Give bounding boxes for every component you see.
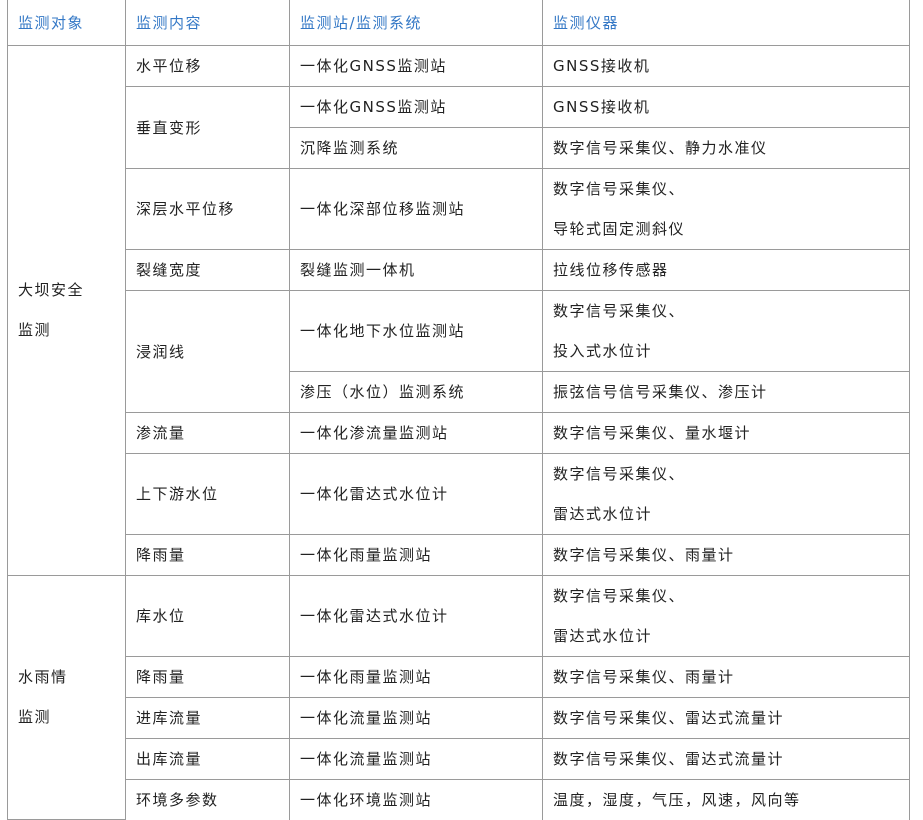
instrument-cell: 数字信号采集仪、 雷达式水位计 xyxy=(542,452,910,535)
instrument-text: 投入式水位计 xyxy=(553,341,653,360)
monitoring-object-text: 监测 xyxy=(18,708,52,727)
instrument-text: 数字信号采集仪、雷达式流量计 xyxy=(553,708,785,727)
station-cell: 一体化GNSS监测站 xyxy=(289,44,543,87)
table-row: 大坝安全 监测 水平位移 一体化GNSS监测站 GNSS接收机 xyxy=(7,44,910,576)
instrument-cell: 数字信号采集仪、量水堰计 xyxy=(542,411,910,454)
table-row: 深层水平位移 一体化深部位移监测站 数字信号采集仪、 导轮式固定测斜仪 xyxy=(8,167,910,250)
instrument-text: 数字信号采集仪、 xyxy=(553,179,686,198)
monitoring-content-cell: 出库流量 xyxy=(125,737,290,780)
station-cell: 一体化流量监测站 xyxy=(289,696,543,739)
monitoring-content-cell: 库水位 xyxy=(125,574,290,657)
station-cell: 一体化渗流量监测站 xyxy=(289,411,543,454)
instrument-cell: GNSS接收机 xyxy=(542,44,910,87)
monitoring-content-cell: 浸润线 xyxy=(125,289,290,413)
instrument-cell: 数字信号采集仪、雨量计 xyxy=(542,533,910,576)
instrument-cell: 数字信号采集仪、雨量计 xyxy=(542,655,910,698)
instrument-text: 拉线位移传感器 xyxy=(553,260,669,279)
monitoring-content-cell: 渗流量 xyxy=(125,411,290,454)
station-cell: 一体化GNSS监测站 xyxy=(289,85,543,128)
instrument-cell: 数字信号采集仪、 导轮式固定测斜仪 xyxy=(542,167,910,250)
station-cell: 裂缝监测一体机 xyxy=(289,248,543,291)
instrument-text: 雷达式水位计 xyxy=(553,626,653,645)
instrument-text: 导轮式固定测斜仪 xyxy=(553,219,686,238)
header-instrument: 监测仪器 xyxy=(542,0,910,46)
table-row: 上下游水位 一体化雷达式水位计 数字信号采集仪、 雷达式水位计 xyxy=(8,452,910,535)
header-monitoring-object: 监测对象 xyxy=(7,0,126,46)
instrument-text: 数字信号采集仪、雨量计 xyxy=(553,545,735,564)
station-cell: 沉降监测系统 xyxy=(289,126,543,169)
monitoring-table: 监测对象 监测内容 监测站/监测系统 监测仪器 大坝安全 监测 水平位移 一体化GNS… xyxy=(7,0,910,820)
monitoring-content-cell: 降雨量 xyxy=(125,655,290,698)
instrument-text: 振弦信号信号采集仪、渗压计 xyxy=(553,382,768,401)
monitoring-object-cell: 大坝安全 监测 xyxy=(7,44,126,576)
monitoring-object-text: 水雨情 xyxy=(18,668,68,687)
instrument-cell: 数字信号采集仪、雷达式流量计 xyxy=(542,737,910,780)
instrument-cell: 数字信号采集仪、 投入式水位计 xyxy=(542,289,910,372)
table-header-row: 监测对象 监测内容 监测站/监测系统 监测仪器 xyxy=(7,0,910,46)
monitoring-content-cell: 进库流量 xyxy=(125,696,290,739)
station-cell: 一体化雨量监测站 xyxy=(289,655,543,698)
instrument-cell: 温度，湿度，气压，风速，风向等 xyxy=(542,778,910,820)
instrument-cell: 数字信号采集仪、 雷达式水位计 xyxy=(542,574,910,657)
station-cell: 一体化流量监测站 xyxy=(289,737,543,780)
table-body: 大坝安全 监测 水平位移 一体化GNSS监测站 GNSS接收机 垂直变形 一体化GNSS监测… xyxy=(7,44,910,820)
monitoring-content-cell: 深层水平位移 xyxy=(125,167,290,250)
table-row: 水雨情 监测 库水位 一体化雷达式水位计 数字信号采集仪、 雷达式水位计 xyxy=(7,574,910,820)
table-row: 出库流量 一体化流量监测站 数字信号采集仪、雷达式流量计 xyxy=(8,737,910,780)
monitoring-object-text: 大坝安全 xyxy=(18,281,85,299)
instrument-text: 数字信号采集仪、 xyxy=(553,301,686,320)
table-row: 浸润线 一体化地下水位监测站 数字信号采集仪、 投入式水位计 xyxy=(8,289,910,413)
station-cell: 渗压（水位）监测系统 xyxy=(289,370,543,413)
station-cell: 一体化雷达式水位计 xyxy=(289,452,543,535)
monitoring-content-cell: 垂直变形 xyxy=(125,85,290,169)
monitoring-content-cell: 水平位移 xyxy=(125,44,290,87)
instrument-cell: 拉线位移传感器 xyxy=(542,248,910,291)
monitoring-content-cell: 上下游水位 xyxy=(125,452,290,535)
instrument-text: GNSS接收机 xyxy=(553,97,651,116)
table-row: 环境多参数 一体化环境监测站 温度，湿度，气压，风速，风向等 xyxy=(8,778,910,820)
table-row: 垂直变形 一体化GNSS监测站 GNSS接收机 xyxy=(8,85,910,169)
station-cell: 一体化地下水位监测站 xyxy=(289,289,543,372)
monitoring-object-text: 监测 xyxy=(18,321,52,339)
header-station-system: 监测站/监测系统 xyxy=(289,0,543,46)
instrument-text: 数字信号采集仪、 xyxy=(553,464,686,483)
monitoring-content-cell: 环境多参数 xyxy=(125,778,290,820)
header-monitoring-content: 监测内容 xyxy=(125,0,290,46)
monitoring-content-cell: 裂缝宽度 xyxy=(125,248,290,291)
table-row: 裂缝宽度 裂缝监测一体机 拉线位移传感器 xyxy=(8,248,910,291)
instrument-cell: 振弦信号信号采集仪、渗压计 xyxy=(542,370,910,413)
instrument-text: GNSS接收机 xyxy=(553,56,651,75)
instrument-text: 数字信号采集仪、量水堰计 xyxy=(553,423,752,442)
station-cell: 一体化雷达式水位计 xyxy=(289,574,543,657)
instrument-text: 数字信号采集仪、静力水准仪 xyxy=(553,138,768,157)
station-cell: 一体化环境监测站 xyxy=(289,778,543,820)
instrument-text: 温度，湿度，气压，风速，风向等 xyxy=(553,790,801,809)
table-row: 进库流量 一体化流量监测站 数字信号采集仪、雷达式流量计 xyxy=(8,696,910,739)
instrument-cell: GNSS接收机 xyxy=(542,85,910,128)
monitoring-content-cell: 降雨量 xyxy=(125,533,290,576)
instrument-text: 数字信号采集仪、 xyxy=(553,586,686,605)
instrument-text: 雷达式水位计 xyxy=(553,504,653,523)
table-row: 渗流量 一体化渗流量监测站 数字信号采集仪、量水堰计 xyxy=(8,411,910,454)
instrument-text: 数字信号采集仪、雷达式流量计 xyxy=(553,749,785,768)
station-cell: 一体化雨量监测站 xyxy=(289,533,543,576)
table-row: 降雨量 一体化雨量监测站 数字信号采集仪、雨量计 xyxy=(8,533,910,576)
table-row: 降雨量 一体化雨量监测站 数字信号采集仪、雨量计 xyxy=(8,655,910,698)
station-cell: 一体化深部位移监测站 xyxy=(289,167,543,250)
monitoring-object-cell: 水雨情 监测 xyxy=(7,574,126,820)
instrument-cell: 数字信号采集仪、静力水准仪 xyxy=(542,126,910,169)
instrument-text: 数字信号采集仪、雨量计 xyxy=(553,667,735,686)
instrument-cell: 数字信号采集仪、雷达式流量计 xyxy=(542,696,910,739)
